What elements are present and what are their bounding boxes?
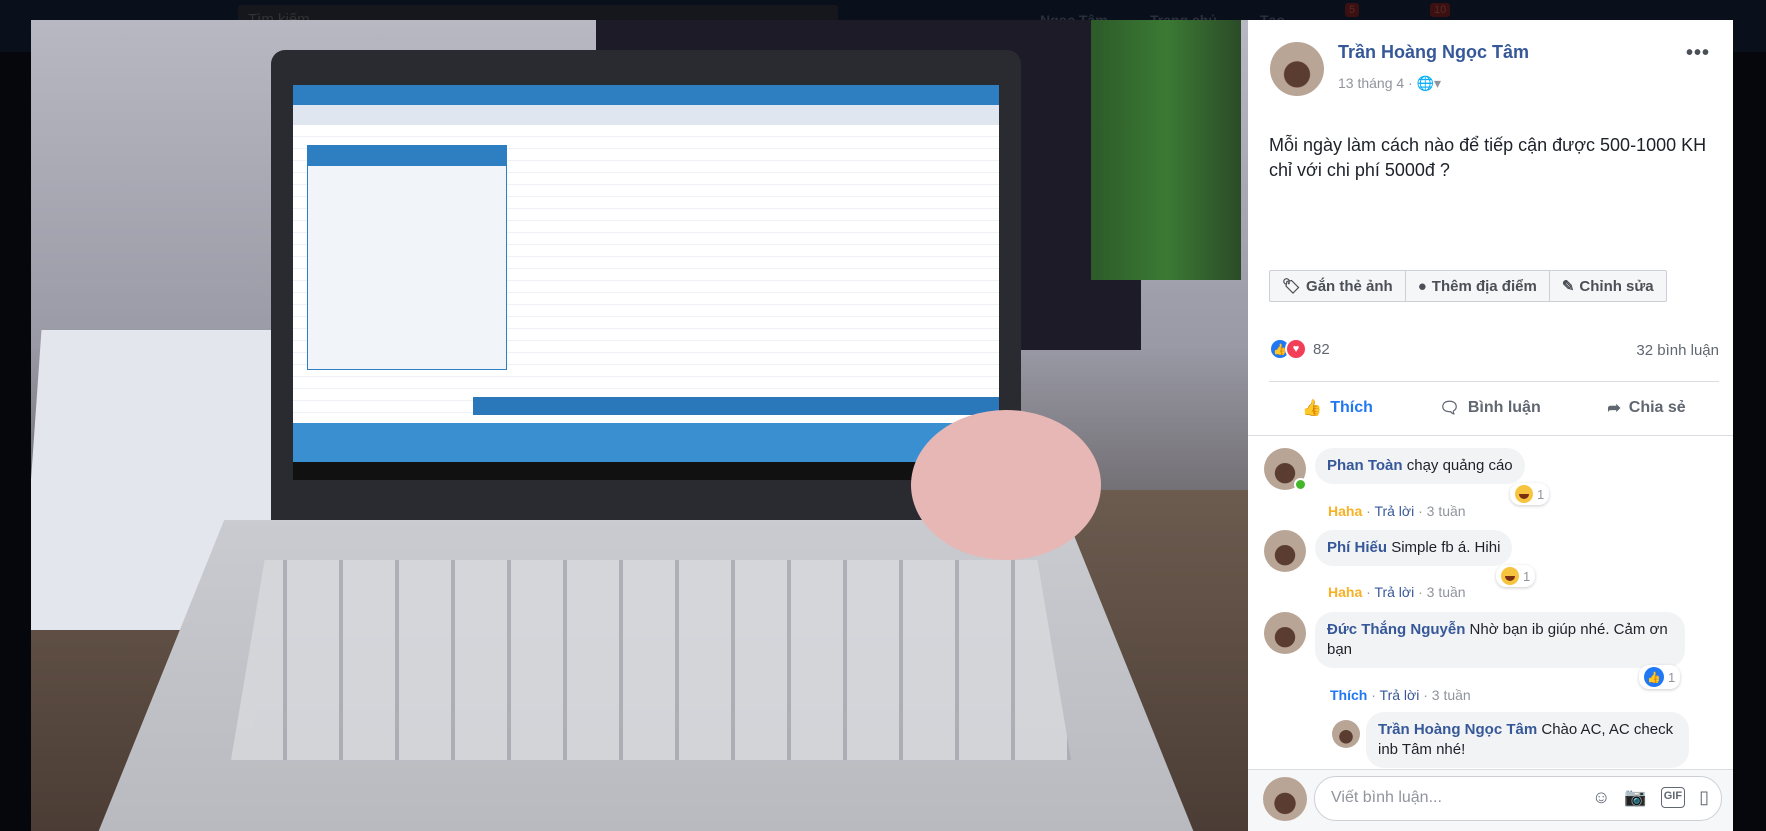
photo-pig-planter [911, 410, 1101, 560]
more-options-icon[interactable]: ••• [1686, 42, 1710, 65]
globe-icon[interactable]: 🌐▾ [1417, 75, 1441, 91]
comment-text: Simple fb á. Hihi [1391, 539, 1501, 556]
comment-text: chạy quảng cáo [1406, 457, 1513, 474]
comment-bubble: Đức Thắng Nguyễn Nhờ bạn ib giúp nhé. Cả… [1315, 612, 1685, 668]
comment-reaction-link[interactable]: Haha [1328, 584, 1362, 600]
post-text: Mỗi ngày làm cách nào để tiếp cận được 5… [1269, 135, 1707, 180]
current-user-avatar [1263, 777, 1307, 821]
background-badge: 10 [1430, 3, 1451, 17]
divider [1269, 381, 1719, 382]
post-side-panel: Trần Hoàng Ngọc Tâm 13 tháng 4 · 🌐▾ ••• … [1248, 20, 1733, 831]
photo-keyboard [231, 560, 1071, 760]
comment-time[interactable]: 3 tuần [1427, 503, 1466, 519]
reaction-count: 82 [1313, 340, 1330, 358]
commenter-name[interactable]: Phan Toàn [1327, 457, 1403, 474]
tag-icon: 🏷 [1282, 278, 1302, 295]
comment-button[interactable]: 🗨 Bình luận [1440, 398, 1541, 418]
comment-composer: Viết bình luận... ☺ 📷 GIF ▯ [1248, 769, 1733, 831]
like-button[interactable]: 👍 Thích [1302, 398, 1373, 418]
thumbs-up-icon: 👍 [1302, 400, 1323, 417]
comment-input[interactable]: Viết bình luận... ☺ 📷 GIF ▯ [1314, 776, 1722, 821]
comment-bubble: Phí Hiếu Simple fb á. Hihi [1315, 530, 1513, 566]
reply-avatar[interactable] [1332, 720, 1360, 748]
comment-meta: Haha · Trả lời · 3 tuần [1328, 503, 1466, 519]
edit-button[interactable]: ✎ Chỉnh sửa [1550, 271, 1666, 301]
author-name[interactable]: Trần Hoàng Ngọc Tâm [1338, 42, 1529, 63]
edit-label: Chỉnh sửa [1579, 277, 1654, 295]
like-label: Thích [1330, 399, 1373, 416]
background-badge: 5 [1345, 3, 1360, 17]
commenter-name[interactable]: Phí Hiếu [1327, 539, 1387, 556]
reaction-summary[interactable]: 👍 ♥ 82 [1269, 338, 1330, 360]
map-pin-icon: ● [1417, 277, 1427, 295]
sticker-icon[interactable]: ▯ [1699, 787, 1709, 808]
comment-time[interactable]: 3 tuần [1427, 584, 1466, 600]
share-button[interactable]: ➦ Chia sẻ [1607, 398, 1685, 418]
comment-reaction-link[interactable]: Haha [1328, 503, 1362, 519]
comment-reaction-link[interactable]: Thích [1330, 687, 1367, 703]
comment-time[interactable]: 3 tuần [1432, 687, 1471, 703]
commenter-avatar[interactable] [1264, 612, 1306, 654]
like-reaction-icon: 👍 [1644, 667, 1664, 687]
photo-actions-bar: 🏷 Gắn thẻ ảnh ● Thêm địa điểm ✎ Chỉnh sửa [1269, 270, 1667, 302]
reaction-badge-count: 1 [1537, 486, 1545, 502]
post-photo[interactable] [31, 20, 1248, 831]
comment-meta: Haha · Trả lời · 3 tuần [1328, 584, 1466, 600]
reaction-badge-count: 1 [1668, 669, 1676, 685]
comment-bubble: Phan Toàn chạy quảng cáo [1315, 448, 1525, 484]
reaction-badge-count: 1 [1523, 568, 1531, 584]
photo-laptop-screen [293, 85, 999, 480]
comment-input-placeholder: Viết bình luận... [1331, 789, 1442, 806]
reply-link[interactable]: Trả lời [1374, 584, 1414, 600]
love-reaction-icon: ♥ [1285, 338, 1307, 360]
comment-reaction-badge[interactable]: 1 [1510, 483, 1550, 505]
tag-photo-label: Gắn thẻ ảnh [1306, 277, 1393, 295]
reply-link[interactable]: Trả lời [1374, 503, 1414, 519]
share-label: Chia sẻ [1628, 399, 1686, 416]
reply-bubble: Trần Hoàng Ngọc Tâm Chào AC, AC check in… [1366, 712, 1689, 768]
divider [1248, 435, 1733, 436]
haha-icon [1501, 567, 1519, 585]
reply-link[interactable]: Trả lời [1380, 687, 1420, 703]
comment-reaction-badge[interactable]: 1 [1496, 565, 1536, 587]
emoji-icon[interactable]: ☺ [1592, 787, 1610, 808]
photo-plant [1091, 20, 1241, 280]
share-icon: ➦ [1607, 400, 1621, 417]
tag-photo-button[interactable]: 🏷 Gắn thẻ ảnh [1270, 271, 1406, 301]
gif-icon[interactable]: GIF [1660, 787, 1686, 808]
add-location-label: Thêm địa điểm [1431, 277, 1537, 295]
comment-icon: 🗨 [1439, 400, 1460, 417]
comment-meta: Thích · Trả lời · 3 tuần [1330, 687, 1471, 703]
post-actions: 👍 Thích 🗨 Bình luận ➦ Chia sẻ [1269, 388, 1719, 428]
comment-label: Bình luận [1467, 399, 1541, 416]
commenter-avatar[interactable] [1264, 530, 1306, 572]
online-status-dot [1294, 478, 1307, 491]
add-location-button[interactable]: ● Thêm địa điểm [1406, 271, 1550, 301]
comment-count[interactable]: 32 bình luận [1636, 342, 1719, 359]
reply-author-name[interactable]: Trần Hoàng Ngọc Tâm [1378, 721, 1537, 738]
commenter-name[interactable]: Đức Thắng Nguyễn [1327, 621, 1465, 638]
author-avatar[interactable] [1270, 42, 1324, 96]
post-meta: 13 tháng 4 · 🌐▾ [1338, 75, 1442, 91]
comment-reaction-badge[interactable]: 👍 1 [1639, 665, 1681, 689]
haha-icon [1515, 485, 1533, 503]
camera-icon[interactable]: 📷 [1624, 787, 1646, 808]
post-date[interactable]: 13 tháng 4 [1338, 75, 1404, 91]
pencil-icon: ✎ [1561, 278, 1575, 295]
